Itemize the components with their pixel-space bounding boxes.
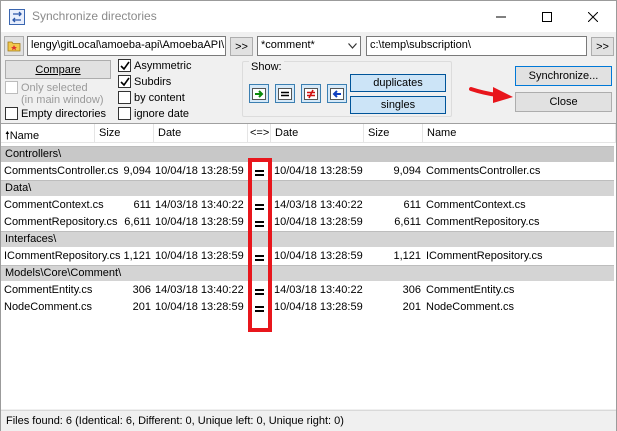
close-window-button[interactable] xyxy=(570,1,616,32)
checkmark-icon xyxy=(120,77,130,87)
left-size: 6,611 xyxy=(124,216,151,228)
column-header-size-right[interactable]: Size xyxy=(364,124,423,143)
left-date: 10/04/18 13:28:59 xyxy=(155,216,244,228)
right-path-input[interactable]: c:\temp\subscription\ xyxy=(366,36,587,56)
annotation-arrow-icon xyxy=(469,87,513,103)
left-size: 1,121 xyxy=(123,250,151,262)
subdirs-checkbox[interactable]: Subdirs xyxy=(118,75,171,88)
equal-icon xyxy=(278,87,292,100)
folder-icon xyxy=(7,41,21,52)
asymmetric-checkbox[interactable]: Asymmetric xyxy=(118,59,191,72)
column-header-name-right[interactable]: Name xyxy=(423,124,616,143)
status-bar: Files found: 6 (Identical: 6, Different:… xyxy=(1,410,616,431)
synchronize-button[interactable]: Synchronize... xyxy=(515,66,612,86)
filter-combo[interactable]: *comment* xyxy=(257,36,361,56)
ignore-date-label: ignore date xyxy=(134,107,190,120)
minimize-button[interactable] xyxy=(478,1,524,32)
left-date: 10/04/18 13:28:59 xyxy=(155,301,244,313)
ignore-date-checkbox[interactable]: ignore date xyxy=(118,107,189,120)
left-date: 14/03/18 13:40:22 xyxy=(155,199,244,211)
left-path-browse-button[interactable]: >> xyxy=(230,37,253,56)
left-name: CommentEntity.cs xyxy=(4,284,93,296)
left-date: 10/04/18 13:28:59 xyxy=(155,165,244,177)
left-name: NodeComment.cs xyxy=(4,301,93,313)
column-header-date-right[interactable]: Date xyxy=(271,124,364,143)
browse-folder-button[interactable] xyxy=(4,36,24,56)
left-name: CommentContext.cs xyxy=(4,199,104,211)
left-date: 14/03/18 13:40:22 xyxy=(155,284,244,296)
empty-directories-label: Empty directories xyxy=(21,107,106,120)
right-date: 10/04/18 13:28:59 xyxy=(274,216,363,228)
left-date: 10/04/18 13:28:59 xyxy=(155,250,244,262)
right-name: ICommentRepository.cs xyxy=(426,250,543,262)
folder-row[interactable]: Interfaces\ xyxy=(1,231,614,247)
compare-button[interactable]: Compare xyxy=(5,60,111,79)
column-header-compare[interactable]: <=> xyxy=(248,124,271,143)
checkmark-icon xyxy=(120,61,130,71)
arrow-left-icon xyxy=(330,87,344,100)
show-left-newer-button[interactable] xyxy=(249,84,269,103)
right-name: CommentEntity.cs xyxy=(426,284,515,296)
column-header-name-left[interactable]: 🠕Name xyxy=(1,124,95,143)
right-path-browse-button[interactable]: >> xyxy=(591,37,614,56)
show-right-newer-button[interactable] xyxy=(327,84,347,103)
file-list[interactable]: 🠕Name Size Date <=> Date Size Name Contr… xyxy=(1,123,616,409)
title-bar: Synchronize directories xyxy=(1,1,616,32)
right-name: NodeComment.cs xyxy=(426,301,515,313)
left-size: 306 xyxy=(132,284,151,296)
annotation-highlight-box xyxy=(248,158,272,332)
show-label: Show: xyxy=(249,61,284,73)
show-equal-button[interactable] xyxy=(275,84,295,103)
folder-row[interactable]: Models\Core\Comment\ xyxy=(1,265,614,281)
only-selected-label: Only selected xyxy=(21,81,88,94)
singles-toggle[interactable]: singles xyxy=(350,96,446,114)
right-name: CommentRepository.cs xyxy=(426,216,540,228)
right-date: 14/03/18 13:40:22 xyxy=(274,284,363,296)
by-content-label: by content xyxy=(134,91,185,104)
right-name: CommentContext.cs xyxy=(426,199,526,211)
duplicates-toggle[interactable]: duplicates xyxy=(350,74,446,92)
close-icon xyxy=(588,11,598,22)
left-path-input[interactable]: lengy\gitLocal\amoeba-api\AmoebaAPI\ xyxy=(27,36,226,56)
by-content-checkbox[interactable]: by content xyxy=(118,91,185,104)
in-main-window-note: (in main window) xyxy=(21,94,104,106)
right-size: 201 xyxy=(402,301,421,313)
chevron-down-icon xyxy=(348,43,357,49)
app-icon xyxy=(9,9,25,25)
right-date: 10/04/18 13:28:59 xyxy=(274,165,363,177)
right-size: 9,094 xyxy=(393,165,421,177)
asymmetric-label: Asymmetric xyxy=(134,59,192,72)
minimize-icon xyxy=(496,16,506,17)
window-title: Synchronize directories xyxy=(32,9,157,23)
folder-row[interactable]: Controllers\ xyxy=(1,146,614,162)
close-button[interactable]: Close xyxy=(515,92,612,112)
right-date: 14/03/18 13:40:22 xyxy=(274,199,363,211)
right-date: 10/04/18 13:28:59 xyxy=(274,250,363,262)
subdirs-label: Subdirs xyxy=(134,75,172,88)
right-date: 10/04/18 13:28:59 xyxy=(274,301,363,313)
arrow-right-icon xyxy=(252,87,266,100)
empty-directories-checkbox[interactable]: Empty directories xyxy=(5,107,106,120)
right-size: 611 xyxy=(403,199,421,211)
right-name: CommentsController.cs xyxy=(426,165,541,177)
left-size: 611 xyxy=(133,199,151,211)
left-size: 201 xyxy=(132,301,151,313)
show-different-button[interactable] xyxy=(301,84,321,103)
left-size: 9,094 xyxy=(123,165,151,177)
right-size: 306 xyxy=(402,284,421,296)
not-equal-icon xyxy=(304,87,318,100)
sync-dirs-window: Synchronize directories lengy\gitLocal\a… xyxy=(0,0,617,431)
maximize-button[interactable] xyxy=(524,1,570,32)
column-header-date-left[interactable]: Date xyxy=(154,124,248,143)
filter-value: *comment* xyxy=(261,39,315,51)
only-selected-checkbox[interactable]: Only selected xyxy=(5,81,88,94)
maximize-icon xyxy=(542,11,552,22)
column-header-size-left[interactable]: Size xyxy=(95,124,154,143)
right-size: 6,611 xyxy=(394,216,421,228)
right-size: 1,121 xyxy=(393,250,421,262)
folder-row[interactable]: Data\ xyxy=(1,180,614,196)
compare-label: Compare xyxy=(35,63,81,76)
